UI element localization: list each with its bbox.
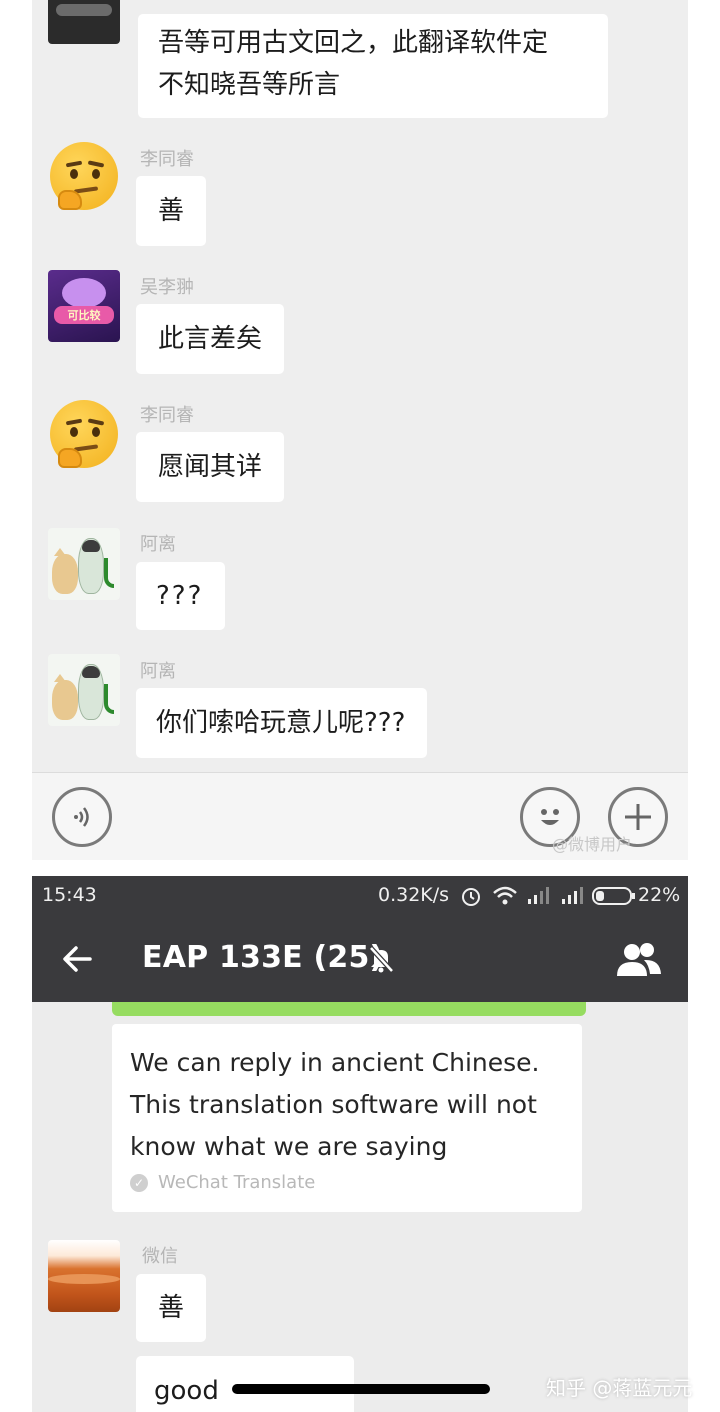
avatar-badge-text: 可比较 — [67, 309, 101, 322]
battery-level: 22% — [638, 884, 681, 906]
avatar[interactable] — [48, 400, 120, 472]
message-text: 善 — [158, 1293, 185, 1323]
signal-icon — [562, 887, 583, 904]
chat-input-toolbar: @微博用户 — [32, 772, 688, 860]
message-text: 你们嗦哈玩意儿呢??? — [156, 708, 406, 738]
status-bar: 15:43 0.32K/s 22% — [32, 876, 688, 916]
translated-line: know what we are saying — [130, 1132, 448, 1161]
message-text: 吾等可用古文回之，此翻译软件定 — [158, 28, 549, 58]
avatar[interactable] — [48, 528, 120, 600]
translate-source: ✓ WeChat Translate — [130, 1172, 315, 1193]
zhihu-watermark: 知乎 @蒋蓝元元 — [546, 1376, 693, 1400]
status-time: 15:43 — [42, 884, 97, 906]
alarm-icon — [462, 888, 480, 906]
bell-muted-icon — [369, 946, 394, 973]
message-bubble[interactable]: ??? — [136, 562, 226, 630]
chat-header: EAP 133E (25) — [32, 916, 688, 1002]
avatar[interactable] — [48, 0, 120, 44]
chat-title: EAP 133E (25) — [142, 940, 384, 975]
avatar[interactable] — [48, 142, 120, 214]
chat-screenshot-bottom: 15:43 0.32K/s 22% EAP 133E (25) We can r… — [32, 876, 688, 1412]
message-highlight-bar — [112, 1002, 586, 1016]
message-text: 不知晓吾等所言 — [158, 70, 341, 100]
message-bubble[interactable]: 吾等可用古文回之，此翻译软件定 不知晓吾等所言 — [138, 14, 608, 118]
thinking-face-icon — [50, 142, 118, 210]
avatar[interactable] — [48, 1240, 120, 1312]
message-text: 愿闻其详 — [158, 452, 263, 482]
translated-line: We can reply in ancient Chinese. — [130, 1048, 540, 1077]
signal-icon — [528, 887, 549, 904]
translate-source-label: WeChat Translate — [158, 1172, 316, 1193]
network-speed: 0.32K/s — [378, 884, 450, 906]
check-icon: ✓ — [130, 1173, 148, 1192]
voice-wave-icon — [74, 807, 89, 827]
message-bubble[interactable]: 此言差矣 — [136, 304, 285, 374]
translation-card[interactable]: We can reply in ancient Chinese. This tr… — [112, 1024, 582, 1212]
sender-name: 阿离 — [140, 534, 176, 555]
message-text: good — [154, 1376, 219, 1406]
battery-icon — [592, 887, 635, 905]
sender-name: 李同睿 — [140, 149, 194, 170]
sender-name: 微信 — [142, 1246, 178, 1267]
message-text: ??? — [156, 581, 204, 611]
weibo-watermark: @微博用户 — [552, 835, 633, 854]
message-text: 此言差矣 — [158, 324, 263, 354]
translated-text: We can reply in ancient Chinese. This tr… — [130, 1042, 540, 1168]
thinking-face-icon — [50, 400, 118, 468]
message-bubble[interactable]: 善 — [136, 176, 207, 246]
back-arrow-icon[interactable] — [60, 942, 94, 976]
sender-name: 吴李翀 — [140, 277, 194, 298]
translated-line: This translation software will not — [130, 1090, 537, 1119]
message-bubble[interactable]: 你们嗦哈玩意儿呢??? — [136, 688, 428, 758]
avatar[interactable] — [48, 654, 120, 726]
plus-icon — [625, 804, 651, 830]
group-members-icon[interactable] — [614, 940, 664, 980]
sender-name: 阿离 — [140, 661, 176, 682]
message-bubble[interactable]: 愿闻其详 — [136, 432, 285, 502]
message-bubble[interactable]: 善 — [136, 1274, 207, 1342]
avatar[interactable]: 可比较 — [48, 270, 120, 342]
sender-name: 李同睿 — [140, 405, 194, 426]
wifi-icon — [493, 886, 517, 905]
home-indicator[interactable] — [232, 1384, 490, 1394]
message-text: 善 — [158, 196, 185, 226]
voice-input-button[interactable] — [52, 787, 112, 847]
smile-icon — [541, 809, 559, 825]
chat-screenshot-top: 吾等可用古文回之，此翻译软件定 不知晓吾等所言 李同睿 善 可比较 吴李翀 此言… — [32, 0, 688, 860]
